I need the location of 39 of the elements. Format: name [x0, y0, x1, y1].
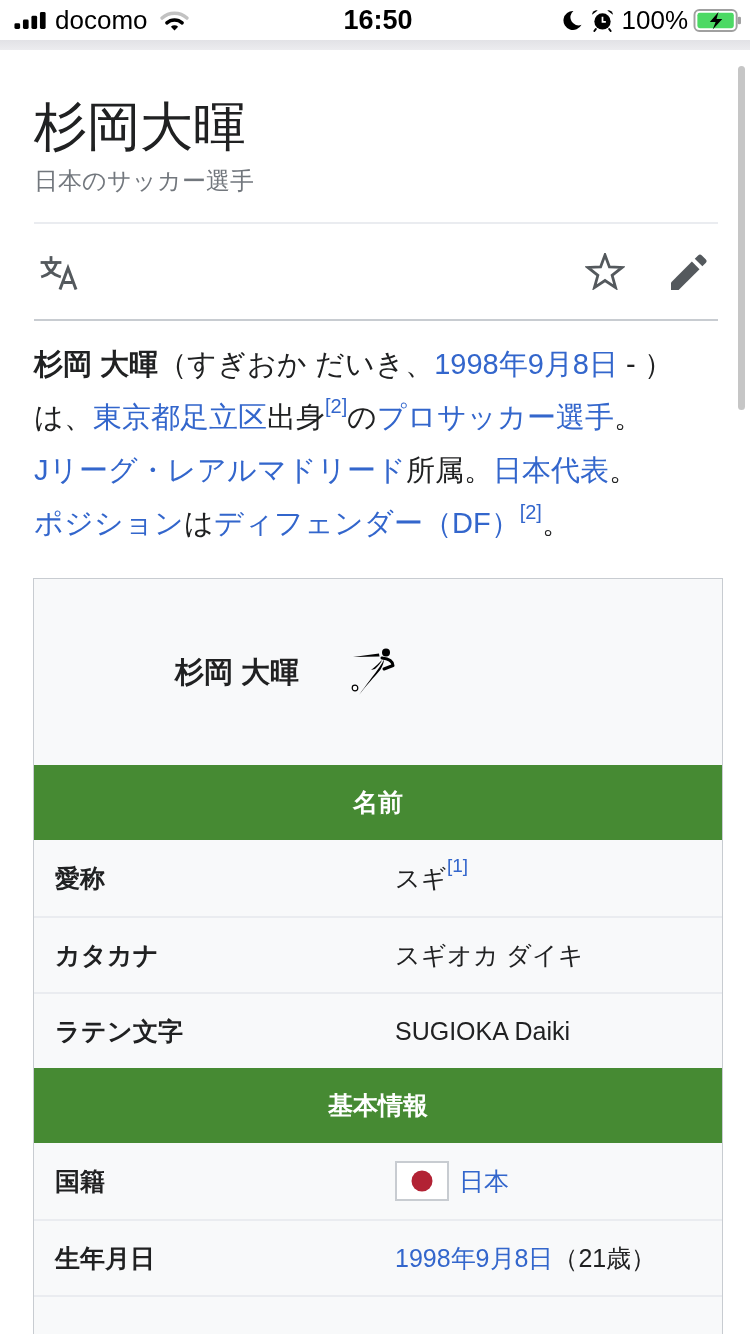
text-link[interactable]: 東京都足立区	[93, 401, 267, 433]
star-icon[interactable]	[585, 253, 625, 290]
battery-percent: 100%	[621, 5, 688, 35]
value-link[interactable]: 日本	[459, 1166, 509, 1196]
wifi-icon	[159, 9, 189, 31]
row-label: 生年月日	[55, 1243, 156, 1273]
text-link[interactable]: Jリーグ・レアルマドリード	[34, 454, 406, 486]
battery-icon	[693, 8, 742, 32]
edit-pencil-icon[interactable]	[671, 252, 709, 291]
text-link[interactable]: 日本代表	[492, 454, 609, 486]
reference-link[interactable]: [1]	[447, 855, 469, 876]
infobox-title: 杉岡 大暉	[175, 655, 300, 689]
text-link[interactable]: 1998年9月8日	[434, 348, 618, 380]
row-value: スギオカ ダイキ	[395, 940, 584, 970]
reference-link[interactable]: [2]	[325, 395, 348, 417]
row-label: ラテン文字	[55, 1016, 184, 1046]
section-header: 名前	[34, 765, 722, 840]
row-value: SUGIOKA Daiki	[395, 1016, 571, 1046]
lead-paragraph: 杉岡 大暉（すぎおか だいき、1998年9月8日 - ）は、東京都足立区出身$^{[2]}$のプロサッカー選手。 Jリーグ・レアルマドリード所属。日本代表。 ポジションはディフェンダー（DF）$^{[2]}$。	[34, 347, 674, 541]
alarm-clock-icon	[590, 8, 614, 32]
moon-icon	[560, 9, 582, 31]
translate-icon[interactable]	[40, 256, 80, 290]
flag-icon	[395, 1161, 449, 1201]
value-link[interactable]: 1998年9月8日	[395, 1243, 554, 1273]
clock-time: 16:50	[343, 5, 413, 35]
page-description: 日本のサッカー選手	[34, 166, 255, 196]
text-link[interactable]: ポジション	[34, 507, 184, 539]
signal-icon	[14, 11, 47, 29]
section-header: 基本情報	[34, 1068, 722, 1143]
row-label: 愛称	[55, 863, 106, 893]
text-link[interactable]: プロサッカー選手	[377, 401, 615, 433]
row-value: スギ	[395, 863, 447, 893]
carrier-name: docomo	[55, 5, 148, 35]
reference-link[interactable]: [2]	[519, 501, 542, 523]
row-value: （21歳）	[553, 1243, 657, 1273]
page-title: 杉岡大暉	[34, 97, 247, 158]
row-label: 国籍	[55, 1166, 106, 1196]
text-link[interactable]: ディフェンダー（DF）	[214, 507, 520, 539]
row-label: カタカナ	[55, 940, 160, 970]
